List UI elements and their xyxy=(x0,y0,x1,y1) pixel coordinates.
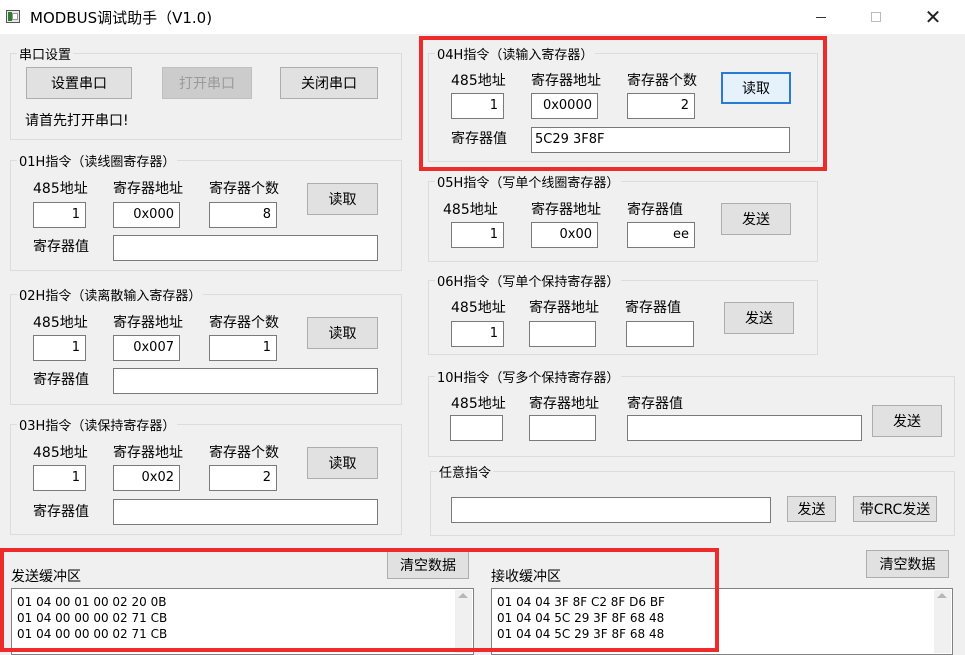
fc06-value-label: 寄存器值 xyxy=(625,300,681,316)
fc01-regaddr-label: 寄存器地址 xyxy=(113,181,183,197)
fc02-value-label: 寄存器值 xyxy=(33,372,89,388)
fc06-regaddr-label: 寄存器地址 xyxy=(529,300,599,316)
fc06-addr-input[interactable]: 1 xyxy=(451,321,504,347)
fc05-addr-label: 485地址 xyxy=(443,202,498,218)
fc10-send-button[interactable]: 发送 xyxy=(872,405,942,437)
fc01-count-label: 寄存器个数 xyxy=(209,181,279,197)
fc03-value-input[interactable] xyxy=(113,499,378,525)
fc02-count-label: 寄存器个数 xyxy=(209,315,279,331)
serial-settings-title: 串口设置 xyxy=(19,48,72,63)
fc03-title: 03H指令（读保持寄存器） xyxy=(19,419,176,434)
window-title: MODBUS调试助手（V1.0) xyxy=(30,9,213,27)
fc10-regaddr-input[interactable] xyxy=(529,415,596,441)
fc05-regaddr-label: 寄存器地址 xyxy=(531,202,601,218)
fc01-title: 01H指令（读线圈寄存器） xyxy=(19,155,176,170)
maximize-icon xyxy=(871,12,881,22)
fc06-send-button[interactable]: 发送 xyxy=(724,302,794,334)
close-window-button[interactable]: ✕ xyxy=(910,0,956,34)
maximize-button[interactable] xyxy=(853,0,899,34)
fc03-regaddr-input[interactable]: 0x02 xyxy=(113,465,180,491)
fc01-value-label: 寄存器值 xyxy=(33,239,89,255)
fc02-addr-input[interactable]: 1 xyxy=(33,335,86,361)
fc10-addr-label: 485地址 xyxy=(451,396,506,412)
fc05-value-input[interactable]: ee xyxy=(627,222,695,248)
fc01-count-input[interactable]: 8 xyxy=(209,202,277,228)
serial-status-text: 请首先打开串口! xyxy=(25,113,129,129)
setup-serial-button[interactable]: 设置串口 xyxy=(26,67,132,99)
fc06-title: 06H指令（写单个保持寄存器） xyxy=(437,275,620,290)
minimize-button[interactable] xyxy=(798,0,844,34)
custom-send-crc-button[interactable]: 带CRC发送 xyxy=(853,496,937,522)
fc05-send-button[interactable]: 发送 xyxy=(721,203,791,235)
minimize-icon xyxy=(816,16,826,18)
fc10-regaddr-label: 寄存器地址 xyxy=(529,396,599,412)
fc03-addr-label: 485地址 xyxy=(33,445,88,461)
custom-command-title: 任意指令 xyxy=(439,466,492,481)
fc03-value-label: 寄存器值 xyxy=(33,504,89,520)
fc02-read-button[interactable]: 读取 xyxy=(307,317,378,349)
fc05-value-label: 寄存器值 xyxy=(627,202,683,218)
fc05-regaddr-input[interactable]: 0x00 xyxy=(531,222,598,248)
title-bar: MODBUS调试助手（V1.0) ✕ xyxy=(0,0,965,34)
fc05-title: 05H指令（写单个线圈寄存器） xyxy=(437,176,620,191)
fc03-count-label: 寄存器个数 xyxy=(209,445,279,461)
fc01-addr-label: 485地址 xyxy=(33,181,88,197)
fc03-regaddr-label: 寄存器地址 xyxy=(113,445,183,461)
highlight-buffers xyxy=(0,548,719,652)
fc02-regaddr-label: 寄存器地址 xyxy=(113,315,183,331)
fc02-title: 02H指令（读离散输入寄存器） xyxy=(19,289,202,304)
fc01-read-button[interactable]: 读取 xyxy=(307,183,378,215)
fc02-value-input[interactable] xyxy=(113,368,378,394)
fc10-value-input[interactable] xyxy=(627,415,862,441)
fc06-regaddr-input[interactable] xyxy=(529,321,596,347)
fc02-count-input[interactable]: 1 xyxy=(209,335,277,361)
fc02-regaddr-input[interactable]: 0x007 xyxy=(113,335,180,361)
fc06-value-input[interactable] xyxy=(626,321,694,347)
fc10-value-label: 寄存器值 xyxy=(627,396,683,412)
fc03-read-button[interactable]: 读取 xyxy=(307,447,378,479)
fc01-value-input[interactable] xyxy=(113,235,378,261)
custom-send-button[interactable]: 发送 xyxy=(787,496,836,522)
fc01-addr-input[interactable]: 1 xyxy=(33,202,86,228)
fc06-addr-label: 485地址 xyxy=(451,300,506,316)
recv-buffer-scrollbar[interactable] xyxy=(934,590,951,653)
custom-command-input[interactable] xyxy=(451,497,771,523)
scroll-up-icon[interactable] xyxy=(937,593,947,598)
close-serial-button[interactable]: 关闭串口 xyxy=(280,67,378,99)
highlight-fc04 xyxy=(419,36,827,171)
fc03-count-input[interactable]: 2 xyxy=(209,465,277,491)
fc02-addr-label: 485地址 xyxy=(33,315,88,331)
fc10-title: 10H指令（写多个保持寄存器） xyxy=(437,371,620,386)
fc03-addr-input[interactable]: 1 xyxy=(33,465,86,491)
app-icon xyxy=(6,10,20,23)
clear-recv-buffer-button[interactable]: 清空数据 xyxy=(866,550,949,578)
fc01-regaddr-input[interactable]: 0x000 xyxy=(113,202,180,228)
close-icon: ✕ xyxy=(924,5,942,29)
fc10-addr-input[interactable] xyxy=(450,415,503,441)
open-serial-button[interactable]: 打开串口 xyxy=(162,67,252,99)
fc05-addr-input[interactable]: 1 xyxy=(451,222,504,248)
